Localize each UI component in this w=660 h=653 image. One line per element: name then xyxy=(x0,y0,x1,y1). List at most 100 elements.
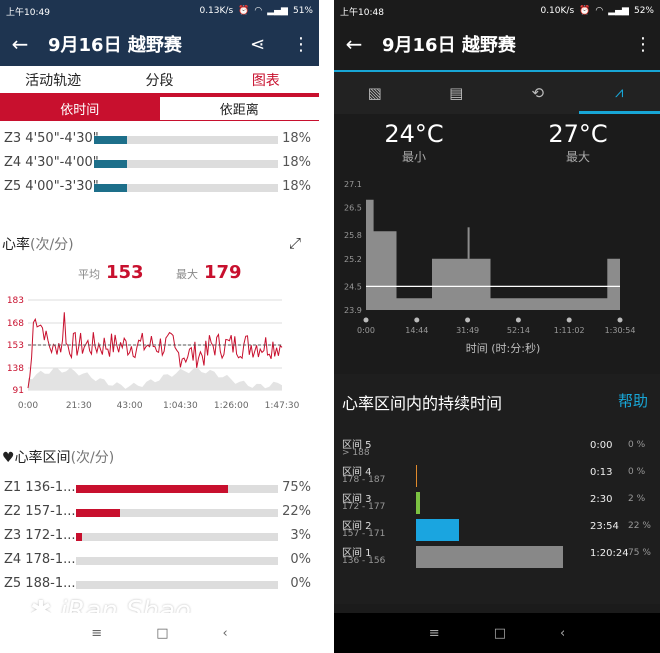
expand-icon[interactable]: ⤢ xyxy=(289,234,301,252)
laps-icon: ⟲ xyxy=(531,84,545,102)
temp-y-tick: 23.9 xyxy=(344,306,362,315)
zone-bar-fill xyxy=(94,160,127,168)
zone-percent: 22 % xyxy=(628,521,651,531)
zone-duration-bar xyxy=(416,465,417,487)
temp-x-tick: 0:00 xyxy=(357,326,375,335)
zone-percent: 75% xyxy=(282,480,311,495)
tab-laps[interactable]: ⟲ xyxy=(497,72,579,114)
temp-x-dot xyxy=(465,317,471,323)
temperature-area xyxy=(366,199,620,310)
back-nav-icon[interactable]: ‹ xyxy=(560,626,565,641)
temp-y-tick: 26.5 xyxy=(344,204,362,213)
more-menu-icon[interactable]: ⋮ xyxy=(634,34,652,55)
zone-label: Z4 178-1... xyxy=(4,552,76,567)
temp-x-dot xyxy=(414,317,420,323)
by-distance-button[interactable]: 依距离 xyxy=(159,97,319,120)
wifi-icon: ◠ xyxy=(254,6,263,16)
zone-percent: 75 % xyxy=(628,548,651,558)
pace-zone-row: Z3 4'50"-4'30" 18% xyxy=(0,129,319,151)
app-bar: ← 9月16日 越野赛 ⋮ xyxy=(334,22,660,66)
tab-splits[interactable]: 分段 xyxy=(106,70,212,90)
zone-time: 23:54 xyxy=(590,521,619,532)
tab-details[interactable]: ▤ xyxy=(416,72,498,114)
tab-charts[interactable]: 图表 xyxy=(213,70,319,90)
hr-y-tick: 91 xyxy=(13,386,24,396)
tab-track[interactable]: 活动轨迹 xyxy=(0,70,106,90)
app-bar: ← 9月16日 越野赛 ⋖ ⋮ xyxy=(0,22,319,66)
zone-range: > 188 xyxy=(342,448,370,458)
pace-zone-row: Z4 4'30"-4'00" 18% xyxy=(0,153,319,175)
temp-x-tick: 1:30:54 xyxy=(605,326,636,335)
hr-y-tick: 168 xyxy=(7,319,24,329)
hr-x-tick: 0:00 xyxy=(18,401,38,411)
zone-label: Z3 172-1... xyxy=(4,528,76,543)
by-time-button[interactable]: 依时间 xyxy=(0,97,160,120)
network-speed: 0.10K/s xyxy=(540,6,575,16)
menu-nav-icon[interactable]: ≡ xyxy=(429,626,440,641)
temp-x-tick: 52:14 xyxy=(507,326,530,335)
tab-map[interactable]: ▧ xyxy=(334,72,416,114)
activity-title: 9月16日 越野赛 xyxy=(382,35,516,56)
document-icon: ▤ xyxy=(449,84,464,102)
zone-label: Z4 4'30"-4'00" xyxy=(4,155,99,170)
status-time: 上午10:49 xyxy=(6,7,50,18)
temp-x-dot xyxy=(617,317,623,323)
zone-label: Z5 188-1... xyxy=(4,576,76,591)
wifi-icon: ◠ xyxy=(595,6,604,16)
network-speed: 0.13K/s xyxy=(199,6,234,16)
zone-bar-fill xyxy=(76,509,120,517)
temp-x-tick: 14:44 xyxy=(405,326,428,335)
tab-charts[interactable]: ⩘ xyxy=(578,72,660,114)
zone-percent: 22% xyxy=(282,504,311,519)
status-time: 上午10:48 xyxy=(340,7,384,18)
help-link[interactable]: 帮助 xyxy=(618,390,648,411)
activity-tabs: 活动轨迹 分段 图表 xyxy=(0,66,319,96)
zone-percent: 18% xyxy=(282,179,311,194)
back-nav-icon[interactable]: ‹ xyxy=(223,626,228,641)
avg-hr-stat: 平均 153 xyxy=(78,262,144,283)
temp-x-tick: 31:49 xyxy=(456,326,479,335)
zone-bar-fill xyxy=(94,184,127,192)
hr-y-tick: 183 xyxy=(7,296,24,306)
back-arrow-icon[interactable]: ← xyxy=(334,32,374,56)
zone-percent: 0% xyxy=(290,576,311,591)
min-temp: 24°C 最小 xyxy=(384,120,444,164)
time-distance-toggle: 依时间 依距离 xyxy=(0,96,319,121)
hr-x-tick: 21:30 xyxy=(66,401,92,411)
alarm-icon: ⏰ xyxy=(238,6,250,16)
zone-range: 157 - 171 xyxy=(342,529,386,539)
more-menu-icon[interactable]: ⋮ xyxy=(292,34,310,55)
zone-bar-track xyxy=(76,557,278,565)
temp-x-tick: 1:11:02 xyxy=(554,326,585,335)
zone-bar-track xyxy=(76,533,278,541)
home-nav-icon[interactable]: □ xyxy=(494,626,506,641)
back-arrow-icon[interactable]: ← xyxy=(0,32,40,56)
temp-x-dot xyxy=(363,317,369,323)
chart-icon: ⩘ xyxy=(615,82,624,101)
zone-duration-bar xyxy=(416,546,563,568)
zone-bar-fill xyxy=(94,136,127,144)
alarm-icon: ⏰ xyxy=(579,6,591,16)
activity-title: 9月16日 越野赛 xyxy=(48,35,182,56)
zone-percent: 0 % xyxy=(628,467,646,477)
hr-zone-row: Z1 136-1... 75% xyxy=(0,478,319,500)
right-phone-screen: 上午10:48 0.10K/s ⏰ ◠ ▂▄▆ 52% ← 9月16日 越野赛 … xyxy=(334,0,660,653)
max-temp: 27°C 最大 xyxy=(548,120,608,164)
detail-tabs: ▧ ▤ ⟲ ⩘ xyxy=(334,70,660,114)
home-nav-icon[interactable]: □ xyxy=(156,626,168,641)
zone-time: 1:20:24 xyxy=(590,548,629,559)
zone-percent: 0 % xyxy=(628,440,646,450)
zones-section-title: ♥心率区间(次/分) xyxy=(2,450,115,466)
temp-y-tick: 25.2 xyxy=(344,255,362,264)
hr-zone-duration-row: 区间 5 > 188 0:00 0 % xyxy=(334,436,660,462)
menu-nav-icon[interactable]: ≡ xyxy=(91,626,102,641)
status-bar: 上午10:48 0.10K/s ⏰ ◠ ▂▄▆ 52% xyxy=(334,0,660,22)
hr-chart: 183 168 153 138 91 0:00 21:30 43:00 1:04:30 1:26:… xyxy=(7,296,300,411)
zone-label: Z1 136-1... xyxy=(4,480,76,495)
zone-range: 172 - 177 xyxy=(342,502,386,512)
hr-x-tick: 1:26:00 xyxy=(214,401,249,411)
share-icon[interactable]: ⋖ xyxy=(250,34,265,55)
zone-time: 0:00 xyxy=(590,440,613,451)
zone-duration-bar xyxy=(416,519,459,541)
hr-y-tick: 138 xyxy=(7,364,24,374)
